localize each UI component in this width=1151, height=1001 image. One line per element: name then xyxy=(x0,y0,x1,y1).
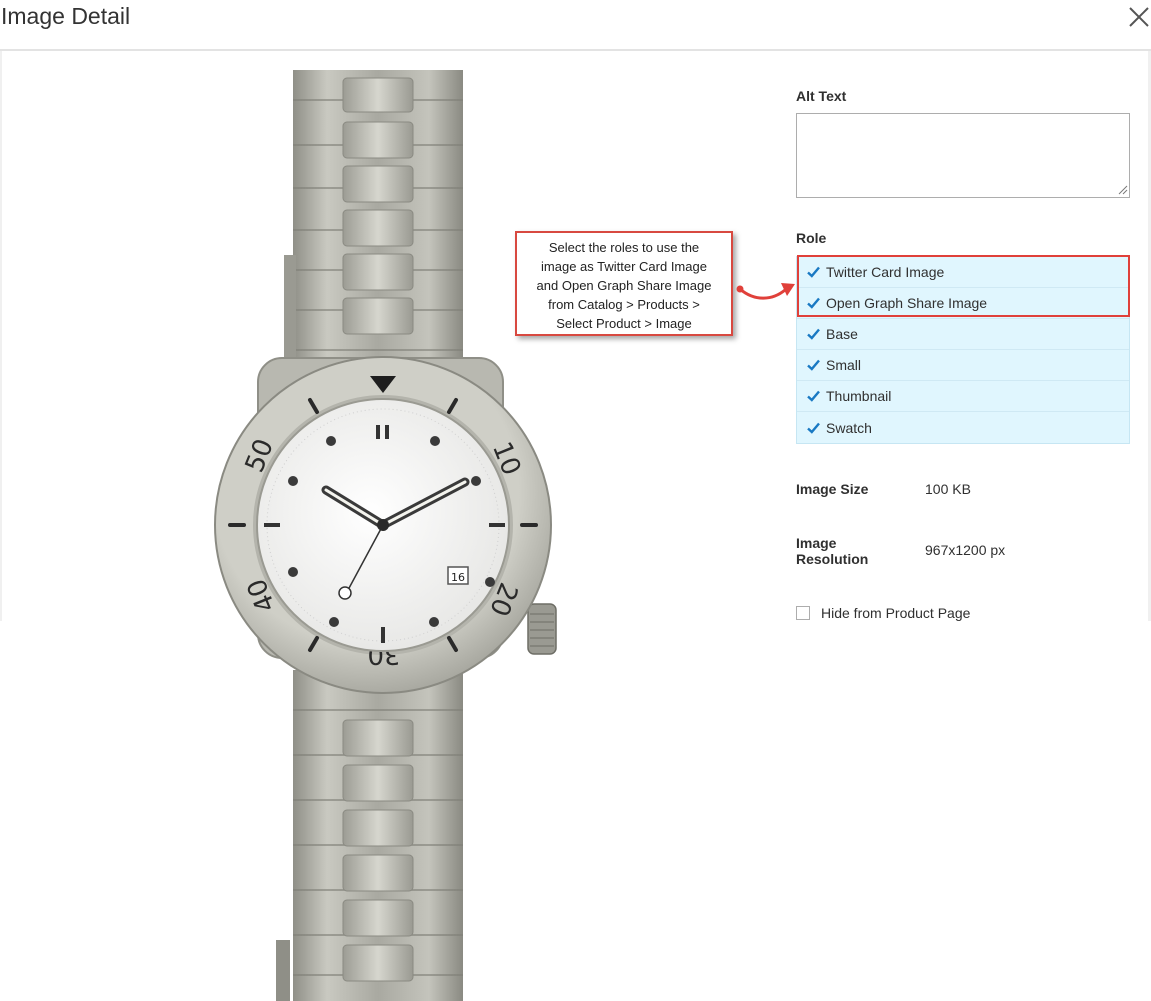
role-option-label: Base xyxy=(826,326,858,342)
alt-text-label: Alt Text xyxy=(796,88,847,104)
hide-from-product-page-option[interactable]: Hide from Product Page xyxy=(796,605,970,621)
watch-date: 16 xyxy=(451,571,465,584)
role-option-swatch[interactable]: Swatch xyxy=(797,412,1129,443)
image-size-label: Image Size xyxy=(796,481,869,497)
role-option-twitter-card-image[interactable]: Twitter Card Image xyxy=(797,257,1129,288)
role-option-base[interactable]: Base xyxy=(797,319,1129,350)
checkmark-icon xyxy=(807,297,820,309)
image-resolution-value: 967x1200 px xyxy=(925,542,1006,558)
checkmark-icon xyxy=(807,390,820,402)
role-list: Twitter Card Image Open Graph Share Imag… xyxy=(796,256,1130,444)
role-option-thumbnail[interactable]: Thumbnail xyxy=(797,381,1129,412)
role-option-small[interactable]: Small xyxy=(797,350,1129,381)
product-image-watch: 50 10 40 20 30 16 xyxy=(214,70,557,1001)
image-resolution-label-line: Resolution xyxy=(796,551,869,567)
hide-from-product-page-label: Hide from Product Page xyxy=(821,605,971,621)
checkmark-icon xyxy=(807,266,820,278)
annotation-callout: Select the roles to use the image as Twi… xyxy=(515,231,733,336)
callout-arrow-icon xyxy=(736,283,795,300)
callout-line: image as Twitter Card Image xyxy=(541,259,707,274)
image-resolution-label-line: Image xyxy=(796,535,837,551)
checkmark-icon xyxy=(807,328,820,340)
callout-line: from Catalog > Products > xyxy=(548,297,700,312)
role-option-label: Swatch xyxy=(826,419,872,436)
resize-handle-icon[interactable] xyxy=(1118,185,1128,195)
image-size-value: 100 KB xyxy=(925,481,971,497)
checkmark-icon xyxy=(807,359,820,371)
image-resolution-label: Image Resolution xyxy=(796,535,868,567)
alt-text-input[interactable] xyxy=(796,113,1130,198)
callout-line: Select the roles to use the xyxy=(548,240,700,255)
callout-line: Select Product > Image xyxy=(556,316,692,331)
modal-title: Image Detail xyxy=(1,3,131,29)
role-option-label: Thumbnail xyxy=(826,388,892,404)
callout-line: and Open Graph Share Image xyxy=(536,278,712,293)
hide-from-product-page-checkbox[interactable] xyxy=(796,606,810,620)
role-option-open-graph-share-image[interactable]: Open Graph Share Image xyxy=(797,288,1129,319)
role-option-label: Small xyxy=(826,357,862,373)
role-option-label: Twitter Card Image xyxy=(826,264,945,280)
role-label: Role xyxy=(796,230,827,246)
checkmark-icon xyxy=(807,422,820,434)
panel-border-left xyxy=(0,51,2,621)
role-option-label: Open Graph Share Image xyxy=(826,295,988,311)
close-icon[interactable] xyxy=(1124,2,1151,30)
header-divider xyxy=(0,49,1151,51)
